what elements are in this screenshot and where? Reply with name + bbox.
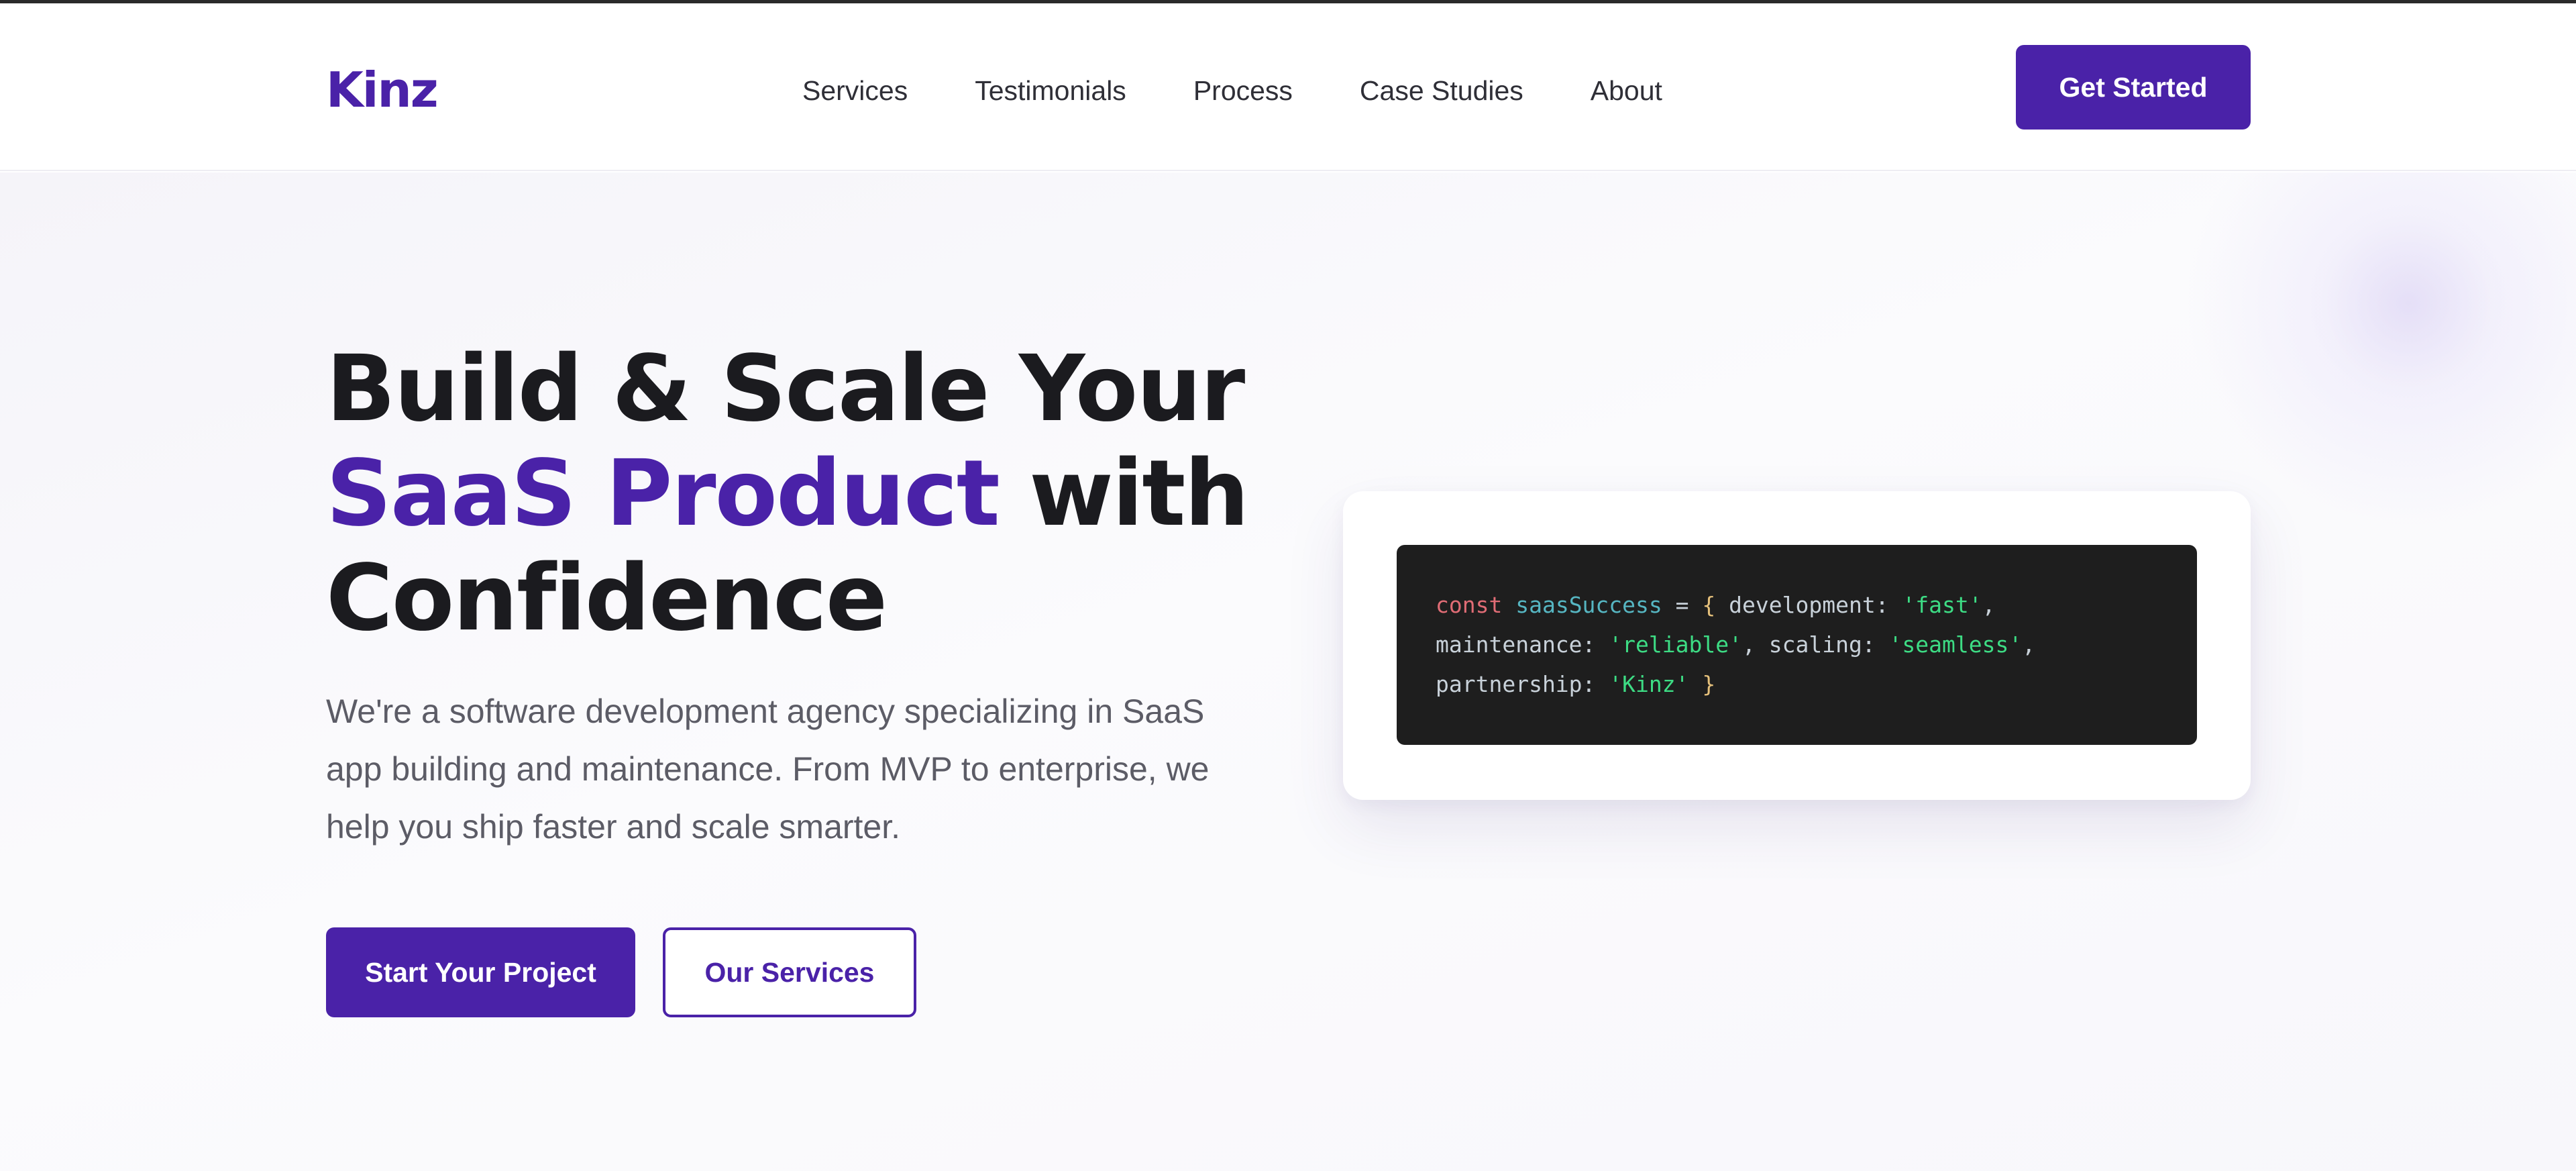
code-line-3: partnership: 'Kinz' } [1436, 664, 2158, 704]
get-started-button[interactable]: Get Started [2016, 45, 2251, 130]
code-punct: , [2022, 631, 2036, 658]
code-card: const saasSuccess = { development: 'fast… [1343, 491, 2251, 800]
code-snippet: const saasSuccess = { development: 'fast… [1397, 545, 2197, 745]
code-key: scaling: [1768, 631, 1876, 658]
nav-link-services[interactable]: Services [802, 70, 908, 111]
nav-link-about[interactable]: About [1591, 70, 1662, 111]
code-key: partnership: [1436, 671, 1596, 697]
code-string: 'reliable' [1609, 631, 1742, 658]
code-brace-open: { [1702, 592, 1716, 618]
nav-link-case-studies[interactable]: Case Studies [1360, 70, 1523, 111]
our-services-button[interactable]: Our Services [663, 927, 916, 1017]
headline-line-2-rest: with [998, 441, 1249, 547]
headline-line-1: Build & Scale Your [326, 336, 1245, 442]
code-key: development: [1729, 592, 1889, 618]
code-line-1: const saasSuccess = { development: 'fast… [1436, 585, 2158, 625]
code-string: 'fast' [1902, 592, 1982, 618]
headline-line-3: Confidence [326, 546, 888, 652]
headline-accent: SaaS Product [326, 441, 1000, 547]
site-header: Kinz Services Testimonials Process Case … [0, 3, 2576, 171]
hero-subtext: We're a software development agency spec… [326, 693, 1210, 846]
code-line-2: maintenance: 'reliable', scaling: 'seaml… [1436, 625, 2158, 664]
hero-headline: Build & Scale Your SaaS Product with Con… [326, 337, 1332, 651]
main-nav: Services Testimonials Process Case Studi… [802, 70, 1662, 111]
code-string: 'seamless' [1888, 631, 2023, 658]
code-punct: , [1741, 631, 1756, 658]
code-operator: = [1675, 592, 1689, 618]
hero-section: Build & Scale Your SaaS Product with Con… [0, 172, 2576, 1171]
code-punct: , [1982, 592, 1996, 618]
code-variable: saasSuccess [1515, 592, 1662, 618]
start-project-button[interactable]: Start Your Project [326, 927, 635, 1017]
code-key: maintenance: [1436, 631, 1596, 658]
nav-link-process[interactable]: Process [1193, 70, 1293, 111]
nav-link-testimonials[interactable]: Testimonials [975, 70, 1126, 111]
code-string: 'Kinz' [1609, 671, 1689, 697]
code-keyword: const [1436, 592, 1503, 618]
headline-line-2: SaaS Product with [326, 442, 1332, 546]
code-brace-close: } [1702, 671, 1716, 697]
logo[interactable]: Kinz [326, 60, 439, 120]
